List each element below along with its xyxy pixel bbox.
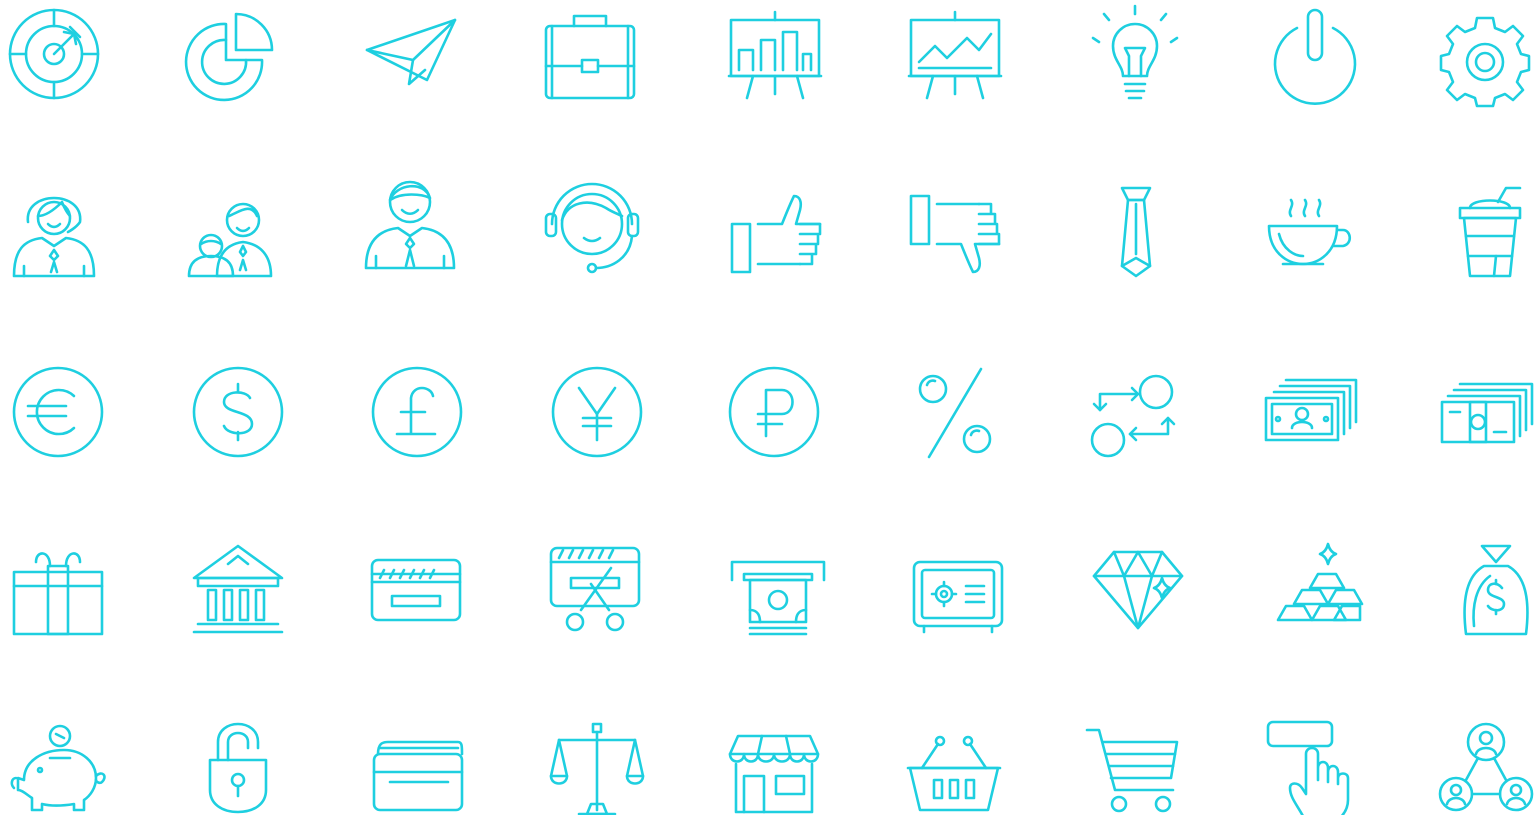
icon-row-2 <box>12 180 1522 278</box>
scales-icon <box>549 722 645 815</box>
icon-row-3 <box>12 366 1534 459</box>
money-bag-icon <box>1463 544 1529 636</box>
padlock-icon <box>208 722 268 814</box>
gift-box-icon <box>12 552 104 636</box>
thumbs-down-icon <box>909 194 1001 274</box>
icon-row-4 <box>12 542 1529 636</box>
briefcase-icon <box>544 14 636 100</box>
safe-icon <box>912 560 1004 634</box>
gear-icon <box>1439 16 1531 108</box>
pound-coin-icon <box>371 366 463 458</box>
touch-button-icon <box>1266 720 1350 815</box>
shopping-cart-icon <box>1085 728 1179 813</box>
yen-coin-icon <box>551 366 643 458</box>
shopping-basket-icon <box>906 735 1002 812</box>
dollar-coin-icon <box>192 366 284 458</box>
coffee-cup-icon <box>1267 198 1352 266</box>
thumbs-up-icon <box>730 194 822 274</box>
presentation-bar-chart-icon <box>727 10 823 100</box>
lightbulb-icon <box>1091 4 1179 100</box>
necktie-icon <box>1120 186 1152 278</box>
takeaway-cup-icon <box>1458 186 1522 278</box>
icon-grid <box>8 4 1534 815</box>
icon-row-1 <box>8 4 1531 108</box>
euro-coin-icon <box>12 366 104 458</box>
diamond-icon <box>1092 550 1184 630</box>
paper-plane-icon <box>365 18 457 86</box>
icon-row-5 <box>10 720 1534 815</box>
banknote-stack-icon <box>1264 378 1358 442</box>
shop-icon <box>728 734 820 814</box>
headset-support-icon <box>544 182 640 274</box>
user-network-icon <box>1438 722 1534 812</box>
parent-child-icon <box>187 202 273 278</box>
pie-chart-icon <box>184 12 274 102</box>
target-icon <box>8 8 100 100</box>
percent-icon <box>918 367 992 459</box>
currency-exchange-icon <box>1090 374 1176 458</box>
atm-cash-icon <box>730 560 826 636</box>
cut-credit-card-icon <box>549 546 641 632</box>
money-bundle-icon <box>1440 382 1534 444</box>
wallet-icon <box>372 740 464 812</box>
businesswoman-icon <box>12 196 96 278</box>
power-icon <box>1273 8 1357 106</box>
credit-card-icon <box>370 558 462 622</box>
gold-bars-icon <box>1276 542 1364 622</box>
bank-icon <box>192 544 284 634</box>
businessman-icon <box>364 180 456 270</box>
ruble-coin-icon <box>728 366 820 458</box>
piggy-bank-icon <box>10 724 106 812</box>
presentation-line-chart-icon <box>907 10 1003 100</box>
